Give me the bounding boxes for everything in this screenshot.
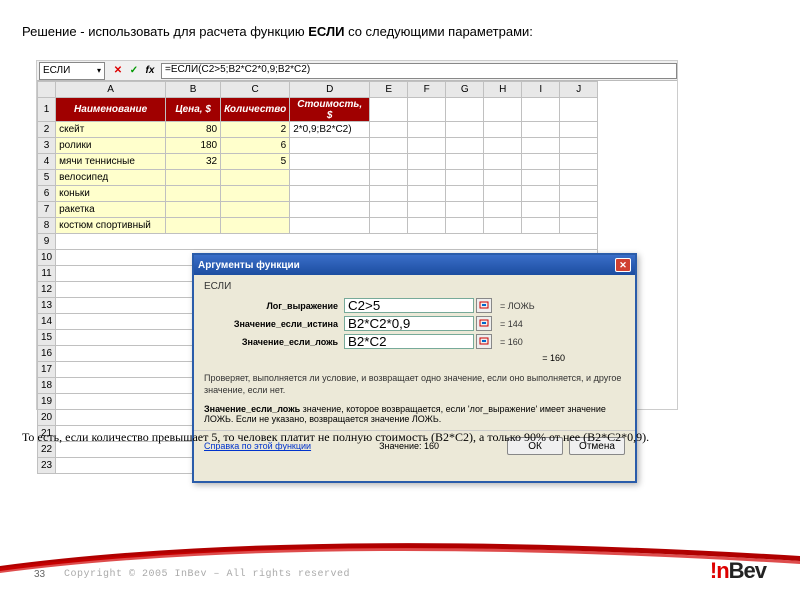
header-name[interactable]: Наименование	[56, 98, 166, 122]
formula-input[interactable]: =ЕСЛИ(C2>5;B2*C2*0,9;B2*C2)	[161, 63, 677, 79]
slide-title: Решение - использовать для расчета функц…	[22, 24, 533, 39]
table-row[interactable]: 2 скейт 80 2 2*0,9;B2*C2)	[38, 122, 598, 138]
name-box[interactable]: ЕСЛИ ▾	[39, 62, 105, 80]
arg-row-false: Значение_если_ложь = 160	[204, 334, 625, 349]
table-row[interactable]: 9	[38, 234, 598, 250]
header-qty[interactable]: Количество	[221, 98, 290, 122]
arg-row-true: Значение_если_истина = 144	[204, 316, 625, 331]
arg-input-true[interactable]	[344, 316, 474, 331]
arg-label: Лог_выражение	[204, 301, 344, 311]
formula-bar: ЕСЛИ ▾ ✕ ✓ fx =ЕСЛИ(C2>5;B2*C2*0,9;B2*C2…	[37, 61, 677, 81]
table-row[interactable]: 5велосипед	[38, 170, 598, 186]
arg-input-logical[interactable]	[344, 298, 474, 313]
col-J[interactable]: J	[560, 82, 598, 98]
range-select-icon[interactable]	[476, 334, 492, 349]
arg-result: = 160	[500, 337, 523, 347]
table-row[interactable]: 1 Наименование Цена, $ Количество Стоимо…	[38, 98, 598, 122]
fx-icon[interactable]: fx	[143, 64, 157, 78]
title-suffix: со следующими параметрами:	[344, 24, 532, 39]
column-header-row: A B C D E F G H I J	[38, 82, 598, 98]
col-D[interactable]: D	[290, 82, 370, 98]
excel-window: ЕСЛИ ▾ ✕ ✓ fx =ЕСЛИ(C2>5;B2*C2*0,9;B2*C2…	[36, 60, 678, 410]
table-row[interactable]: 7ракетка	[38, 202, 598, 218]
col-E[interactable]: E	[370, 82, 408, 98]
col-B[interactable]: B	[166, 82, 221, 98]
arg-row-logical: Лог_выражение = ЛОЖЬ	[204, 298, 625, 313]
header-price[interactable]: Цена, $	[166, 98, 221, 122]
inbev-logo: !nBev	[710, 558, 766, 584]
col-H[interactable]: H	[484, 82, 522, 98]
col-I[interactable]: I	[522, 82, 560, 98]
explanation-text: То есть, если количество превышает 5, то…	[22, 430, 760, 446]
table-row[interactable]: 3 ролики 180 6	[38, 138, 598, 154]
col-G[interactable]: G	[446, 82, 484, 98]
table-row[interactable]: 4 мячи теннисные 32 5	[38, 154, 598, 170]
arg-label: Значение_если_ложь	[204, 337, 344, 347]
accept-formula-icon[interactable]: ✓	[127, 64, 141, 78]
dialog-description: Проверяет, выполняется ли условие, и воз…	[204, 373, 625, 396]
name-box-text: ЕСЛИ	[43, 65, 70, 76]
range-select-icon[interactable]	[476, 316, 492, 331]
copyright-text: Copyright © 2005 InBev – All rights rese…	[64, 569, 350, 580]
col-A[interactable]: A	[56, 82, 166, 98]
arg-input-false[interactable]	[344, 334, 474, 349]
dialog-equal-result: = 160	[204, 353, 625, 363]
function-arguments-dialog: Аргументы функции ✕ ЕСЛИ Лог_выражение =…	[192, 253, 637, 483]
cancel-formula-icon[interactable]: ✕	[111, 64, 125, 78]
dialog-titlebar[interactable]: Аргументы функции ✕	[194, 255, 635, 275]
arg-result: = 144	[500, 319, 523, 329]
range-select-icon[interactable]	[476, 298, 492, 313]
header-cost[interactable]: Стоимость, $	[290, 98, 370, 122]
col-C[interactable]: C	[221, 82, 290, 98]
col-F[interactable]: F	[408, 82, 446, 98]
table-row[interactable]: 6коньки	[38, 186, 598, 202]
dialog-title-text: Аргументы функции	[198, 260, 300, 271]
formula-buttons: ✕ ✓ fx	[107, 64, 161, 78]
function-name: ЕСЛИ	[204, 281, 625, 292]
page-number: 33	[34, 569, 45, 580]
close-icon[interactable]: ✕	[615, 258, 631, 272]
active-cell[interactable]: 2*0,9;B2*C2)	[290, 122, 370, 138]
arg-result: = ЛОЖЬ	[500, 301, 535, 311]
title-bold: ЕСЛИ	[308, 24, 344, 39]
table-row[interactable]: 8костюм спортивный	[38, 218, 598, 234]
arg-label: Значение_если_истина	[204, 319, 344, 329]
title-prefix: Решение - использовать для расчета функц…	[22, 24, 308, 39]
dialog-description-2: Значение_если_ложь значение, которое воз…	[204, 404, 625, 424]
